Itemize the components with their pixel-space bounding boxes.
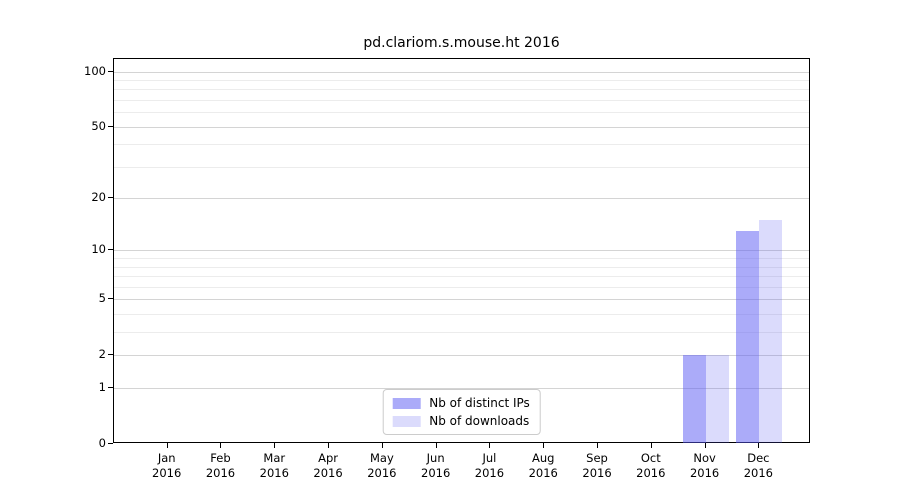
gridline-minor	[114, 267, 809, 268]
gridline-major	[114, 250, 809, 251]
x-tick-mark	[274, 443, 275, 448]
plot-area: Nb of distinct IPs Nb of downloads	[113, 58, 810, 443]
figure: pd.clariom.s.mouse.ht 2016 Nb of distinc…	[0, 0, 900, 500]
x-tick-mark	[328, 443, 329, 448]
y-tick-label: 100	[14, 64, 106, 78]
x-tick-label: Jan2016	[137, 451, 197, 481]
gridline-major	[114, 127, 809, 128]
legend-swatch-distinct-ips-icon	[392, 398, 420, 409]
x-tick-mark	[382, 443, 383, 448]
legend: Nb of distinct IPs Nb of downloads	[382, 389, 541, 435]
y-tick-mark	[108, 443, 113, 444]
y-tick-mark	[108, 126, 113, 127]
x-tick-label: Jun2016	[406, 451, 466, 481]
gridline-major	[114, 299, 809, 300]
x-tick-label: Dec2016	[728, 451, 788, 481]
x-tick-label: Jul2016	[459, 451, 519, 481]
x-tick-mark	[651, 443, 652, 448]
gridline-minor	[114, 167, 809, 168]
gridline-minor	[114, 144, 809, 145]
bar-downloads	[759, 220, 782, 443]
gridline-major	[114, 72, 809, 73]
gridline-minor	[114, 80, 809, 81]
x-tick-label: Mar2016	[244, 451, 304, 481]
gridline-minor	[114, 89, 809, 90]
bar-distinct-ips	[736, 231, 759, 443]
y-tick-mark	[108, 71, 113, 72]
x-tick-mark	[220, 443, 221, 448]
gridline-minor	[114, 276, 809, 277]
x-tick-mark	[597, 443, 598, 448]
x-tick-label: May2016	[352, 451, 412, 481]
x-tick-label: Feb2016	[190, 451, 250, 481]
x-tick-label: Apr2016	[298, 451, 358, 481]
chart-title: pd.clariom.s.mouse.ht 2016	[113, 35, 810, 51]
y-tick-mark	[108, 387, 113, 388]
legend-item-downloads: Nb of downloads	[392, 414, 530, 428]
y-tick-mark	[108, 298, 113, 299]
gridline-minor	[114, 112, 809, 113]
legend-label-downloads: Nb of downloads	[429, 414, 529, 428]
y-tick-mark	[108, 354, 113, 355]
gridline-minor	[114, 314, 809, 315]
x-tick-mark	[167, 443, 168, 448]
y-tick-label: 10	[14, 242, 106, 256]
x-tick-mark	[758, 443, 759, 448]
x-tick-label: Aug2016	[513, 451, 573, 481]
legend-label-distinct-ips: Nb of distinct IPs	[429, 396, 530, 410]
gridline-major	[114, 198, 809, 199]
bar-distinct-ips	[683, 355, 706, 443]
x-tick-label: Nov2016	[675, 451, 735, 481]
x-tick-mark	[543, 443, 544, 448]
gridline-minor	[114, 100, 809, 101]
legend-swatch-downloads-icon	[392, 416, 420, 427]
y-tick-label: 1	[14, 380, 106, 394]
y-tick-label: 50	[14, 119, 106, 133]
x-tick-mark	[489, 443, 490, 448]
x-tick-mark	[436, 443, 437, 448]
legend-item-distinct-ips: Nb of distinct IPs	[392, 396, 530, 410]
bar-downloads	[706, 355, 729, 443]
y-tick-label: 20	[14, 190, 106, 204]
x-tick-label: Sep2016	[567, 451, 627, 481]
y-tick-mark	[108, 249, 113, 250]
gridline-minor	[114, 287, 809, 288]
y-tick-label: 2	[14, 347, 106, 361]
x-tick-mark	[705, 443, 706, 448]
y-tick-label: 0	[14, 436, 106, 450]
gridline-minor	[114, 258, 809, 259]
gridline-minor	[114, 332, 809, 333]
x-tick-label: Oct2016	[621, 451, 681, 481]
y-tick-label: 5	[14, 291, 106, 305]
y-tick-mark	[108, 197, 113, 198]
